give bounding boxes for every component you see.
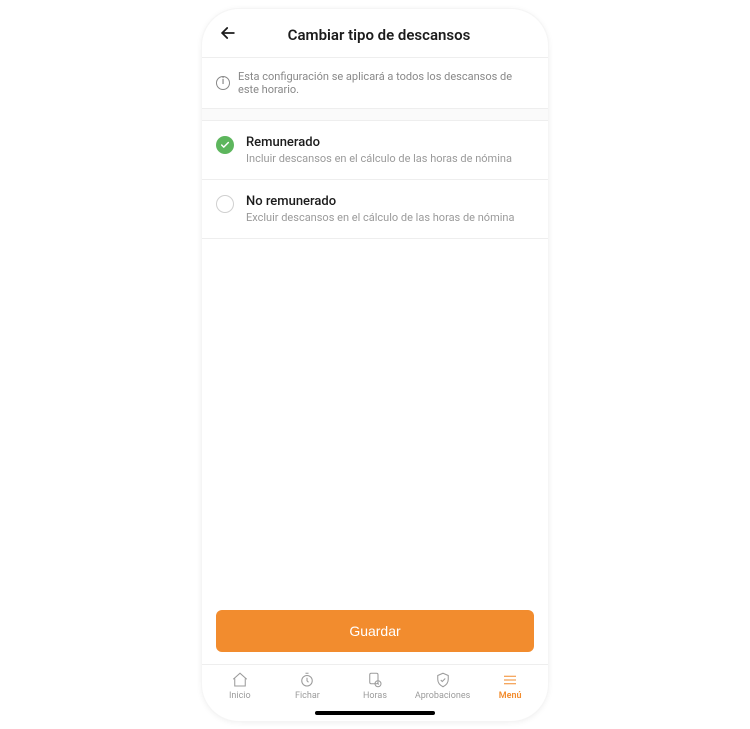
arrow-left-icon [218,23,238,47]
section-gap [202,109,548,121]
home-indicator [315,711,435,715]
option-text: Remunerado Incluir descansos en el cálcu… [246,135,534,165]
tab-hours[interactable]: Horas [341,671,409,701]
check-icon [220,135,230,154]
save-button[interactable]: Guardar [216,610,534,652]
back-button[interactable] [216,23,240,47]
page-title: Cambiar tipo de descansos [248,26,510,44]
tab-clock-label: Fichar [295,691,320,701]
tab-home[interactable]: Inicio [206,671,274,701]
radio-unselected [216,195,234,213]
tab-hours-label: Horas [363,691,387,701]
header: Cambiar tipo de descansos [202,9,548,57]
tab-menu-label: Menú [499,691,522,701]
phone-frame: Cambiar tipo de descansos i Esta configu… [201,8,549,722]
tab-home-label: Inicio [229,691,251,701]
option-paid[interactable]: Remunerado Incluir descansos en el cálcu… [202,121,548,180]
tab-approvals[interactable]: Aprobaciones [409,671,477,701]
menu-icon [499,671,521,689]
option-unpaid-desc: Excluir descansos en el cálculo de las h… [246,211,534,224]
tab-bar: Inicio Fichar Horas Aprobaciones Menú [202,664,548,705]
shield-check-icon [432,671,454,689]
option-unpaid-title: No remunerado [246,194,534,209]
home-icon [229,671,251,689]
hours-icon [364,671,386,689]
info-banner: i Esta configuración se aplicará a todos… [202,58,548,109]
content-spacer [202,239,548,610]
tab-approvals-label: Aprobaciones [415,691,470,701]
info-icon: i [216,76,230,90]
save-wrap: Guardar [202,610,548,664]
option-paid-desc: Incluir descansos en el cálculo de las h… [246,152,534,165]
tab-clock[interactable]: Fichar [274,671,342,701]
tab-menu[interactable]: Menú [476,671,544,701]
option-unpaid[interactable]: No remunerado Excluir descansos en el cá… [202,180,548,239]
radio-selected [216,136,234,154]
option-paid-title: Remunerado [246,135,534,150]
info-text: Esta configuración se aplicará a todos l… [238,70,534,96]
option-text: No remunerado Excluir descansos en el cá… [246,194,534,224]
stopwatch-icon [296,671,318,689]
